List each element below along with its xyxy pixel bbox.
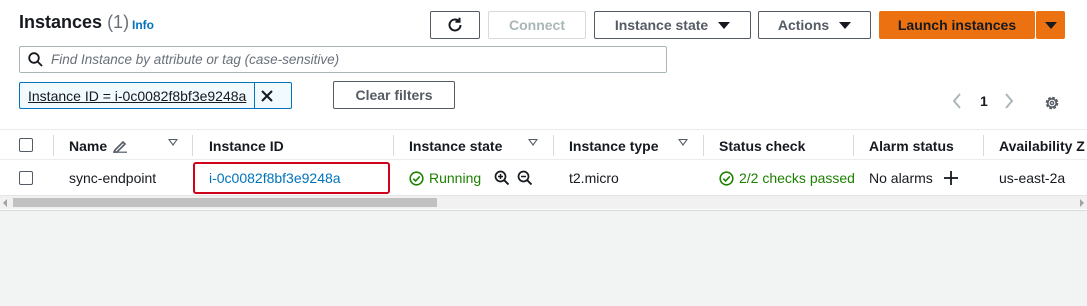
cell-name: sync-endpoint [69, 170, 157, 186]
sort-icon[interactable] [168, 139, 178, 146]
column-header-status-check[interactable]: Status check [719, 130, 805, 161]
filter-token[interactable]: Instance ID = i-0c0082f8bf3e9248a [19, 82, 292, 109]
cell-instance-state: Running [409, 161, 533, 195]
table-row[interactable]: sync-endpoint i-0c0082f8bf3e9248a Runnin… [0, 161, 1087, 195]
table-header: Name Instance ID Instance state Instance… [0, 129, 1087, 160]
column-label: Status check [719, 137, 806, 154]
cell-availability-zone: us-east-2a [999, 170, 1066, 186]
scroll-right-icon[interactable] [1080, 199, 1084, 207]
instance-count: (1) [107, 12, 130, 32]
launch-instances-button[interactable]: Launch instances [879, 11, 1035, 39]
info-link[interactable]: Info [132, 18, 154, 32]
alarm-status-text: No alarms [869, 170, 933, 186]
current-page[interactable]: 1 [980, 93, 988, 109]
check-circle-icon [719, 170, 734, 186]
column-label: Availability Z [999, 137, 1085, 154]
column-header-name[interactable]: Name [69, 130, 128, 161]
clear-filters-label: Clear filters [355, 87, 433, 103]
actions-button[interactable]: Actions [758, 11, 871, 39]
remove-filter-button[interactable] [255, 83, 279, 108]
column-header-instance-state[interactable]: Instance state [409, 130, 502, 161]
refresh-button[interactable] [430, 11, 480, 39]
filter-token-label[interactable]: Instance ID = i-0c0082f8bf3e9248a [20, 83, 256, 108]
connect-label: Connect [509, 17, 565, 33]
page-title-text: Instances [19, 12, 103, 32]
column-header-instance-type[interactable]: Instance type [569, 130, 658, 161]
chevron-down-icon [1044, 21, 1057, 29]
horizontal-scrollbar[interactable] [0, 195, 1087, 209]
instance-state-label: Instance state [614, 17, 709, 33]
pagination: 1 [950, 92, 1016, 110]
gear-icon[interactable] [1043, 94, 1061, 112]
column-label: Name [69, 137, 108, 154]
scroll-left-icon[interactable] [3, 199, 7, 207]
status-check-text: 2/2 checks passed [739, 170, 855, 186]
instance-id-highlight [193, 162, 390, 194]
column-header-alarm-status[interactable]: Alarm status [869, 130, 954, 161]
cell-instance-type: t2.micro [569, 170, 619, 186]
column-header-instance-id[interactable]: Instance ID [209, 130, 284, 161]
launch-instances-label: Launch instances [897, 17, 1017, 33]
sort-icon[interactable] [528, 139, 538, 146]
clear-filters-button[interactable]: Clear filters [333, 81, 455, 109]
cell-status-check: 2/2 checks passed [719, 161, 855, 195]
zoom-out-icon[interactable] [517, 170, 533, 186]
search-placeholder: Find Instance by attribute or tag (case-… [51, 52, 340, 67]
column-label: Alarm status [869, 137, 954, 154]
close-icon [261, 89, 274, 102]
search-input[interactable]: Find Instance by attribute or tag (case-… [19, 46, 667, 73]
sort-icon[interactable] [678, 139, 688, 146]
chevron-down-icon [839, 21, 852, 29]
select-all-checkbox[interactable] [19, 138, 33, 152]
pencil-icon [113, 140, 128, 153]
column-header-availability-zone[interactable]: Availability Z [999, 130, 1085, 161]
refresh-icon [448, 17, 462, 32]
chevron-left-icon[interactable] [950, 92, 964, 110]
launch-options-button[interactable] [1036, 11, 1065, 39]
instance-state-text: Running [429, 170, 482, 186]
instances-panel: Instances (1) Info Connect Instance stat… [0, 0, 1087, 211]
column-label: Instance state [409, 137, 503, 154]
search-icon [28, 52, 43, 67]
plus-icon[interactable] [943, 170, 959, 186]
actions-label: Actions [777, 17, 830, 33]
check-circle-icon [409, 170, 424, 186]
chevron-right-icon[interactable] [1002, 92, 1016, 110]
chevron-down-icon [718, 21, 731, 29]
instance-state-button[interactable]: Instance state [594, 11, 751, 39]
page-title: Instances (1) [19, 12, 129, 33]
column-label: Instance ID [209, 137, 284, 154]
row-checkbox[interactable] [19, 171, 33, 185]
connect-button[interactable]: Connect [488, 11, 586, 39]
column-label: Instance type [569, 137, 659, 154]
zoom-in-icon[interactable] [494, 170, 510, 186]
scrollbar-thumb[interactable] [13, 198, 437, 207]
cell-alarm-status: No alarms [869, 161, 959, 195]
